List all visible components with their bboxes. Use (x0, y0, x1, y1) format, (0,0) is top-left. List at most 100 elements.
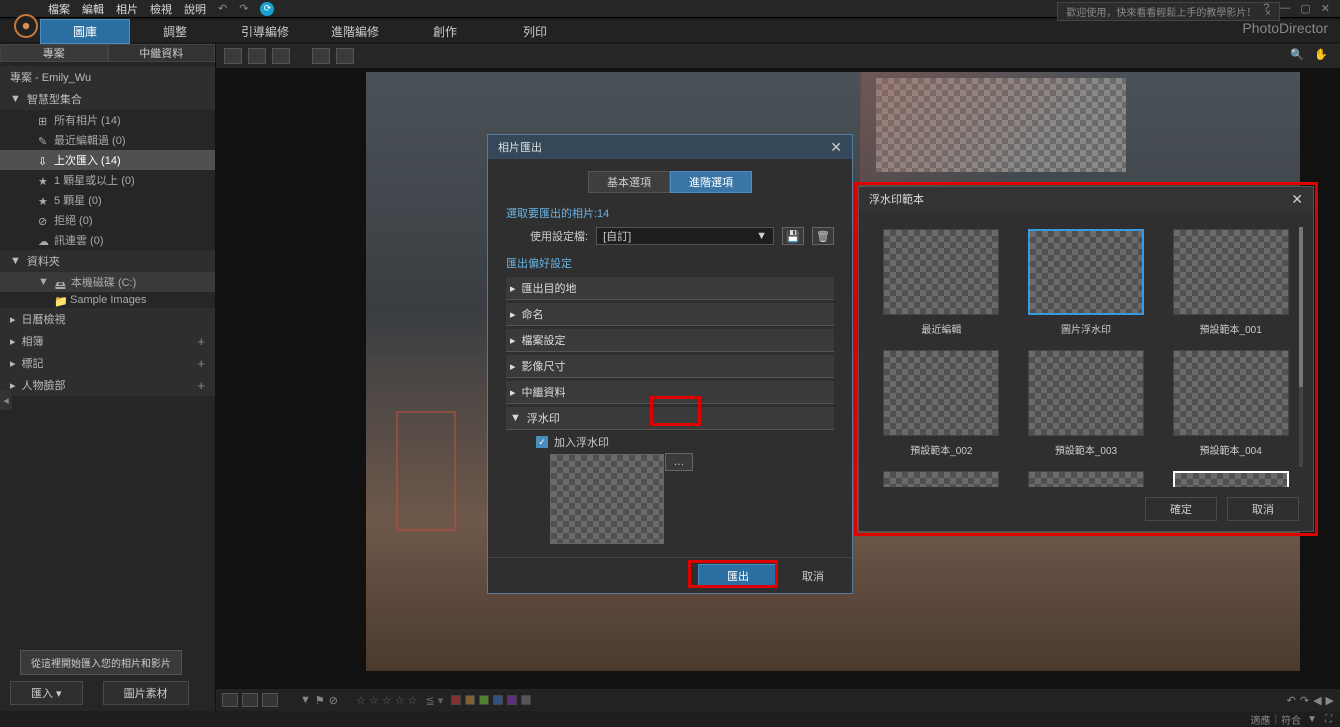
profile-combo[interactable]: [自訂]▼ (596, 227, 774, 245)
albums-header[interactable]: ▸ 相簿+ (0, 330, 215, 352)
wm-template-002[interactable] (883, 350, 999, 436)
tab-print[interactable]: 列印 (490, 20, 580, 43)
subtab-metadata[interactable]: 中繼資料 (108, 44, 216, 62)
fit-fit[interactable]: 符合 (1281, 712, 1301, 727)
zoom-dropdown-icon[interactable]: ▼ (1307, 714, 1317, 725)
tree-recent-edit[interactable]: ✎最近編輯過 (0) (0, 130, 215, 150)
fit-adapt[interactable]: 適應 (1250, 712, 1270, 727)
tree-last-import[interactable]: ⇩上次匯入 (14) (0, 150, 215, 170)
wm-template-extra-1[interactable] (883, 471, 999, 487)
star-filter[interactable]: ☆ ☆ ☆ ☆ ☆ (356, 694, 418, 707)
filmstrip-toggle-icon[interactable] (222, 693, 238, 707)
cancel-button[interactable]: 取消 (790, 565, 836, 587)
view-grid-icon[interactable] (272, 48, 290, 64)
color-blue[interactable] (493, 695, 503, 705)
wm-template-004[interactable] (1173, 350, 1289, 436)
redo-icon[interactable]: ↷ (239, 2, 248, 15)
section-watermark[interactable]: ▼ 浮水印 (506, 407, 834, 430)
search-icon[interactable]: 🔍 (1290, 48, 1308, 64)
tab-basic-options[interactable]: 基本選項 (588, 171, 670, 193)
tree-disk[interactable]: ▼ 🖴本機磁碟 (C:) (0, 272, 215, 292)
tab-create[interactable]: 創作 (400, 20, 490, 43)
minimize-icon[interactable]: — (1279, 2, 1290, 15)
tree-sample-images[interactable]: 📁Sample Images (0, 292, 215, 308)
undo-icon[interactable]: ↶ (218, 2, 227, 15)
tab-advanced-options[interactable]: 進階選項 (670, 171, 752, 193)
tab-library[interactable]: 圖庫 (40, 19, 130, 44)
menu-help[interactable]: 說明 (184, 1, 206, 17)
help-icon[interactable]: ? (1263, 2, 1269, 15)
rotate-left-icon[interactable]: ↶ (1287, 694, 1296, 707)
folders-header[interactable]: ▼ 資料夾 (0, 250, 215, 272)
color-purple[interactable] (507, 695, 517, 705)
faces-header[interactable]: ▸ 人物臉部+ (0, 374, 215, 396)
export-button[interactable]: 匯出 (698, 564, 778, 588)
view-mode-1-icon[interactable] (224, 48, 242, 64)
wm-template-image[interactable] (1028, 229, 1144, 315)
color-red[interactable] (451, 695, 461, 705)
wm-template-001[interactable] (1173, 229, 1289, 315)
subtab-project[interactable]: 專案 (0, 44, 108, 62)
wm-template-extra-2[interactable] (1028, 471, 1144, 487)
stock-button[interactable]: 圖片素材 (103, 681, 189, 705)
menu-edit[interactable]: 編輯 (82, 1, 104, 17)
tab-adjust[interactable]: 調整 (130, 20, 220, 43)
wm-cancel-button[interactable]: 取消 (1227, 497, 1299, 521)
reject-filter-icon[interactable]: ⊘ (329, 694, 338, 707)
tab-guided[interactable]: 引導編修 (220, 20, 310, 43)
wm-template-extra-3[interactable] (1173, 471, 1289, 487)
mirror-icon[interactable] (336, 48, 354, 64)
dialog-titlebar[interactable]: 相片匯出 ✕ (488, 135, 852, 159)
wm-scrollbar[interactable] (1299, 227, 1303, 467)
compare-icon[interactable] (312, 48, 330, 64)
tree-cloud[interactable]: ☁訊連雲 (0) (0, 230, 215, 250)
section-metadata[interactable]: ▸ 中繼資料 (506, 381, 834, 404)
wm-ok-button[interactable]: 確定 (1145, 497, 1217, 521)
tab-advanced[interactable]: 進階編修 (310, 20, 400, 43)
tree-one-star[interactable]: ★1 顆星或以上 (0) (0, 170, 215, 190)
tree-rejected[interactable]: ⊘拒絕 (0) (0, 210, 215, 230)
section-file[interactable]: ▸ 檔案設定 (506, 329, 834, 352)
tree-all-photos[interactable]: ⊞所有相片 (14) (0, 110, 215, 130)
filmstrip-list-icon[interactable] (262, 693, 278, 707)
tree-five-star[interactable]: ★5 顆星 (0) (0, 190, 215, 210)
view-mode-2-icon[interactable] (248, 48, 266, 64)
menu-file[interactable]: 檔案 (48, 1, 70, 17)
wm-dialog-titlebar[interactable]: 浮水印範本 ✕ (859, 187, 1313, 211)
maximize-icon[interactable]: ▢ (1300, 2, 1310, 15)
tags-header[interactable]: ▸ 標記+ (0, 352, 215, 374)
color-orange[interactable] (465, 695, 475, 705)
next-icon[interactable]: ▶ (1326, 694, 1334, 707)
prev-icon[interactable]: ◀ (1313, 694, 1321, 707)
smart-collections-header[interactable]: ▼ 智慧型集合 (0, 88, 215, 110)
section-destination[interactable]: ▸ 匯出目的地 (506, 277, 834, 300)
cloud-icon[interactable]: ⟳ (260, 2, 274, 16)
flag-icon[interactable]: ⚑ (315, 694, 325, 707)
add-face-icon[interactable]: + (197, 378, 205, 393)
menu-view[interactable]: 檢視 (150, 1, 172, 17)
wm-template-003[interactable] (1028, 350, 1144, 436)
watermark-browse-button[interactable]: … (665, 453, 693, 471)
color-none[interactable] (521, 695, 531, 705)
menu-photo[interactable]: 相片 (116, 1, 138, 17)
add-tag-icon[interactable]: + (197, 356, 205, 371)
section-size[interactable]: ▸ 影像尺寸 (506, 355, 834, 378)
import-button[interactable]: 匯入 ▾ (10, 681, 83, 705)
pan-icon[interactable]: ✋ (1314, 48, 1332, 64)
wm-dialog-close-icon[interactable]: ✕ (1291, 191, 1303, 208)
color-green[interactable] (479, 695, 489, 705)
wm-template-recent[interactable] (883, 229, 999, 315)
welcome-banner[interactable]: 歡迎使用，快來看看輕鬆上手的教學影片！ × (1057, 2, 1280, 21)
wm-scroll-thumb[interactable] (1299, 227, 1303, 387)
rotate-right-icon[interactable]: ↷ (1300, 694, 1309, 707)
close-icon[interactable]: ✕ (1321, 2, 1330, 15)
add-album-icon[interactable]: + (197, 334, 205, 349)
calendar-header[interactable]: ▸ 日曆檢視 (0, 308, 215, 330)
watermark-checkbox[interactable]: ✓ (536, 436, 548, 448)
fullscreen-icon[interactable]: ⛶ (1325, 714, 1332, 725)
save-profile-icon[interactable]: 💾 (782, 227, 804, 245)
dialog-close-icon[interactable]: ✕ (830, 139, 842, 156)
section-naming[interactable]: ▸ 命名 (506, 303, 834, 326)
filter-icon[interactable]: ▼ (300, 694, 311, 706)
delete-profile-icon[interactable]: 🗑 (812, 227, 834, 245)
